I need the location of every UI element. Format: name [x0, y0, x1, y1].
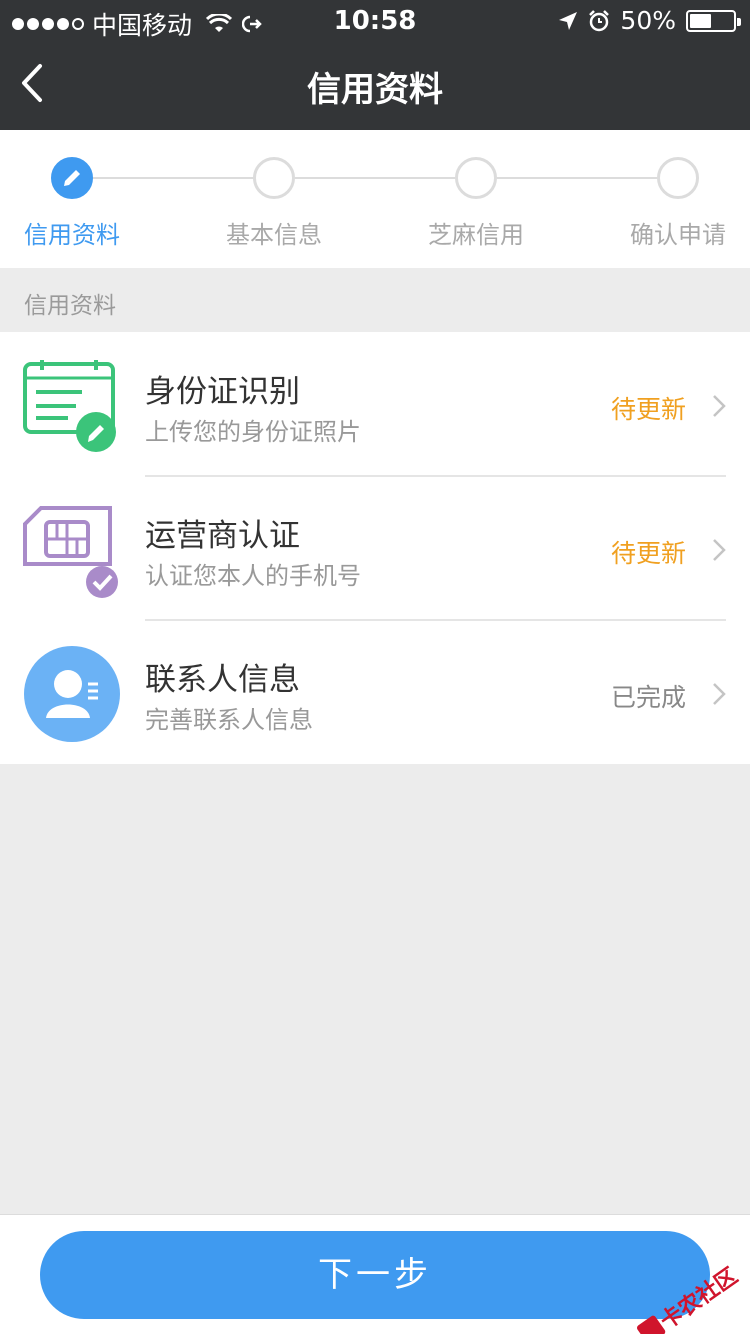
item-title: 身份证识别	[145, 374, 300, 410]
location-icon	[559, 11, 578, 30]
next-step-button[interactable]: 下一步	[40, 1231, 710, 1319]
chevron-right-icon	[713, 683, 726, 705]
page-title: 信用资料	[307, 70, 443, 110]
step-label-confirm: 确认申请	[630, 221, 726, 249]
nav-bar: 信用资料	[0, 40, 750, 130]
step-indicator-confirm	[657, 157, 699, 199]
item-status: 已完成	[610, 683, 686, 712]
item-title: 联系人信息	[145, 662, 300, 698]
item-subtitle: 认证您本人的手机号	[145, 562, 361, 590]
battery-percent: 50%	[620, 6, 676, 35]
pencil-icon	[64, 170, 80, 186]
sim-card-icon	[23, 506, 118, 598]
list-item-contacts[interactable]: 联系人信息 完善联系人信息 已完成	[0, 620, 750, 764]
item-status: 待更新	[610, 395, 686, 424]
footer-bar: 下一步 卡农社区	[0, 1214, 750, 1334]
list-item-id-card[interactable]: 身份证识别 上传您的身份证照片 待更新	[0, 332, 750, 476]
section-header: 信用资料	[0, 268, 750, 332]
item-status: 待更新	[610, 539, 686, 568]
item-subtitle: 完善联系人信息	[145, 706, 313, 734]
chevron-right-icon	[713, 395, 726, 417]
step-indicator-sesame-credit	[455, 157, 497, 199]
progress-stepper: 信用资料 基本信息 芝麻信用 确认申请	[0, 130, 750, 268]
step-connector	[295, 177, 455, 179]
alarm-icon	[589, 9, 610, 31]
step-indicator-basic-info	[253, 157, 295, 199]
chevron-right-icon	[713, 539, 726, 561]
step-connector	[93, 177, 253, 179]
item-subtitle: 上传您的身份证照片	[145, 418, 361, 446]
list-item-carrier-auth[interactable]: 运营商认证 认证您本人的手机号 待更新	[0, 476, 750, 620]
step-connector	[497, 177, 657, 179]
id-card-icon	[23, 360, 116, 452]
step-label-basic-info: 基本信息	[226, 221, 322, 249]
item-title: 运营商认证	[145, 518, 300, 554]
step-indicator-credit-info	[51, 157, 93, 199]
status-bar: 中国移动 10:58 50%	[0, 0, 750, 40]
battery-fill	[690, 13, 711, 28]
step-label-sesame-credit: 芝麻信用	[428, 221, 524, 249]
contact-icon	[24, 646, 120, 742]
top-bar: 中国移动 10:58 50% 信用资料	[0, 0, 750, 130]
credit-items-list: 身份证识别 上传您的身份证照片 待更新 运营商认证 认证您本人的手机号 待更新	[0, 332, 750, 764]
step-label-credit-info: 信用资料	[24, 221, 120, 249]
battery-icon	[686, 9, 741, 32]
status-bar-right: 50%	[558, 6, 741, 35]
